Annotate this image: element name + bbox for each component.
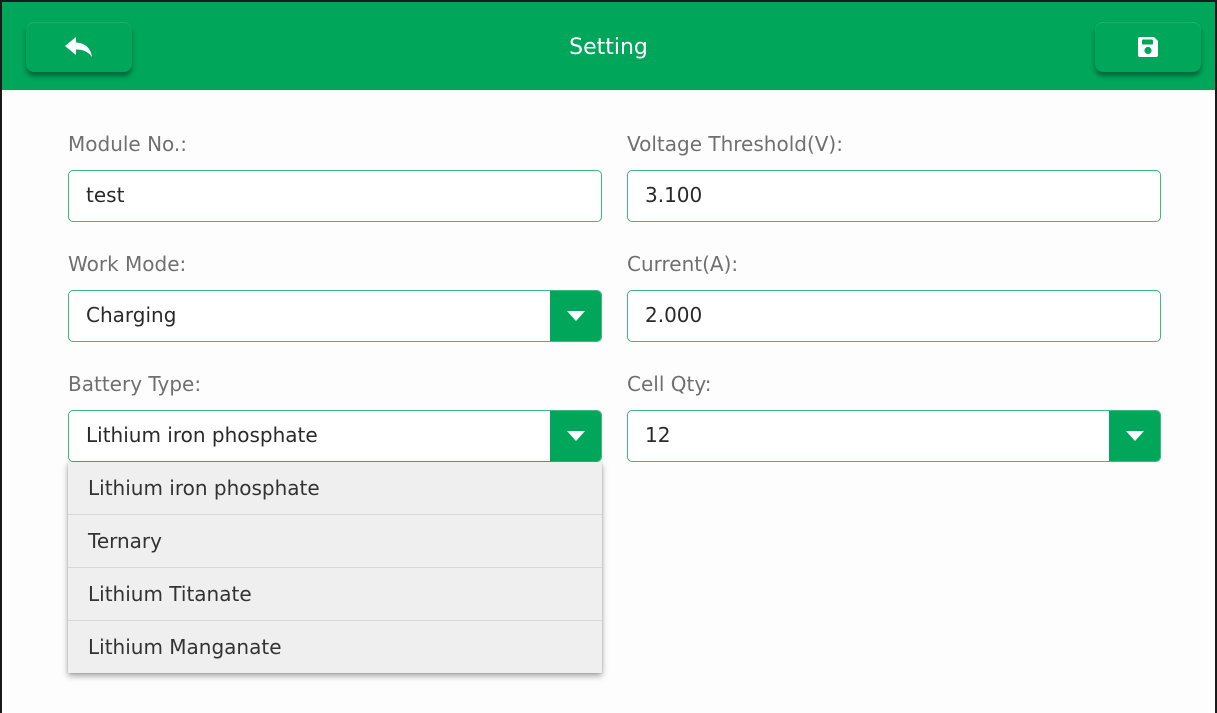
dropdown-option-lithium-iron-phosphate[interactable]: Lithium iron phosphate: [68, 462, 602, 515]
battery-type-dropdown-button[interactable]: [550, 411, 601, 461]
dropdown-option-ternary[interactable]: Ternary: [68, 515, 602, 568]
top-bar: Setting: [2, 2, 1215, 90]
current-label: Current(A):: [627, 252, 739, 276]
voltage-threshold-label: Voltage Threshold(V):: [627, 132, 843, 156]
cell-qty-value: 12: [645, 423, 671, 447]
work-mode-value: Charging: [86, 303, 177, 327]
battery-type-dropdown-list: Lithium iron phosphate Ternary Lithium T…: [68, 462, 602, 673]
cell-qty-label: Cell Qty:: [627, 372, 712, 396]
work-mode-select[interactable]: Charging: [68, 290, 602, 342]
settings-screen: Setting Module No.: test Work Mode: Char…: [0, 0, 1217, 713]
voltage-threshold-value: 3.100: [645, 183, 703, 207]
work-mode-label: Work Mode:: [68, 252, 187, 276]
save-button[interactable]: [1095, 22, 1201, 72]
dropdown-option-lithium-titanate[interactable]: Lithium Titanate: [68, 568, 602, 621]
work-mode-dropdown-button[interactable]: [550, 291, 601, 341]
battery-type-label: Battery Type:: [68, 372, 202, 396]
cell-qty-select[interactable]: 12: [627, 410, 1161, 462]
module-no-label: Module No.:: [68, 132, 188, 156]
dropdown-option-lithium-manganate[interactable]: Lithium Manganate: [68, 621, 602, 673]
voltage-threshold-input[interactable]: 3.100: [627, 170, 1161, 222]
caret-down-icon: [1125, 431, 1144, 441]
cell-qty-dropdown-button[interactable]: [1109, 411, 1160, 461]
battery-type-select[interactable]: Lithium iron phosphate: [68, 410, 602, 462]
module-no-input[interactable]: test: [68, 170, 602, 222]
page-title: Setting: [569, 35, 648, 60]
caret-down-icon: [566, 431, 585, 441]
module-no-value: test: [86, 183, 125, 207]
floppy-disk-icon: [1136, 35, 1160, 59]
battery-type-value: Lithium iron phosphate: [86, 423, 318, 447]
caret-down-icon: [566, 311, 585, 321]
current-value: 2.000: [645, 303, 703, 327]
current-input[interactable]: 2.000: [627, 290, 1161, 342]
